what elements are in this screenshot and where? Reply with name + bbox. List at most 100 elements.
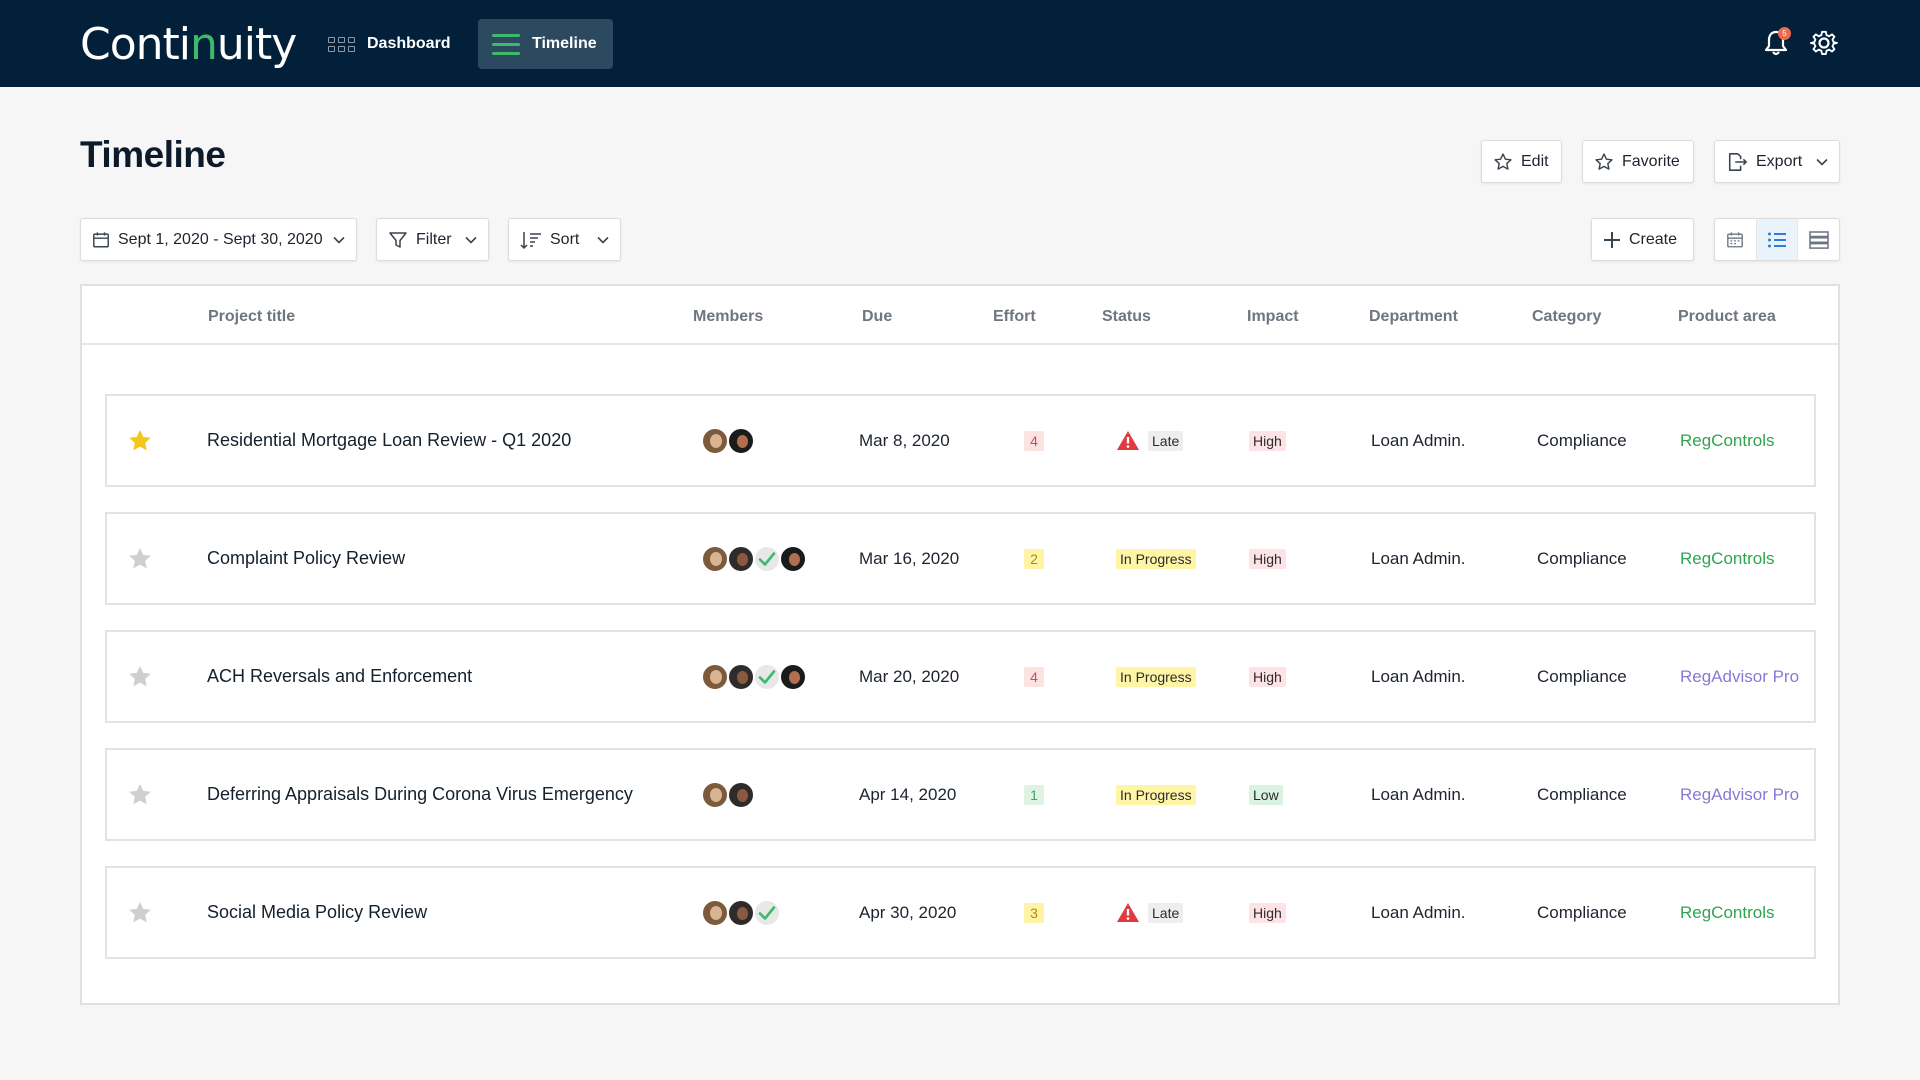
favorite-star-toggle[interactable] — [127, 514, 153, 603]
column-header-status[interactable]: Status — [1102, 308, 1151, 326]
product-area-link[interactable]: RegControls — [1680, 868, 1775, 957]
member-avatar[interactable] — [779, 662, 807, 691]
member-avatar[interactable] — [701, 662, 729, 691]
star-outline-icon — [1595, 152, 1613, 170]
favorite-star-toggle[interactable] — [127, 750, 153, 839]
due-date: Mar 8, 2020 — [859, 430, 950, 450]
table-view-button[interactable] — [1798, 219, 1839, 260]
calendar-view-button[interactable] — [1715, 219, 1757, 260]
member-avatar[interactable] — [727, 898, 755, 927]
project-title[interactable]: Residential Mortgage Loan Review - Q1 20… — [207, 396, 571, 485]
effort-badge: 4 — [1024, 430, 1044, 451]
chevron-down-icon — [597, 236, 609, 244]
effort-cell: 4 — [1024, 632, 1044, 721]
product-area-link[interactable]: RegAdvisor Pro — [1680, 750, 1799, 839]
table-row[interactable]: Complaint Policy Review Mar 16, 2020 2 I… — [105, 512, 1816, 605]
favorite-star-toggle[interactable] — [127, 396, 153, 485]
check-icon — [758, 551, 776, 566]
member-avatar[interactable] — [753, 662, 781, 691]
star-icon — [129, 429, 151, 450]
column-header-department[interactable]: Department — [1369, 308, 1458, 326]
member-avatar[interactable] — [701, 780, 729, 809]
department: Loan Admin. — [1371, 784, 1466, 804]
edit-button[interactable]: Edit — [1481, 140, 1562, 183]
list-view-button[interactable] — [1756, 219, 1799, 260]
impact-cell: Low — [1249, 750, 1283, 839]
members-avatar-group — [701, 396, 755, 485]
impact-cell: High — [1249, 396, 1286, 485]
project-table: Project title Members Due Effort Status … — [80, 284, 1840, 1005]
column-header-impact[interactable]: Impact — [1247, 308, 1299, 326]
sort-button-label: Sort — [550, 230, 580, 248]
effort-badge: 4 — [1024, 666, 1044, 687]
effort-badge: 1 — [1024, 784, 1044, 805]
department: Loan Admin. — [1371, 666, 1466, 686]
table-row[interactable]: Deferring Appraisals During Corona Virus… — [105, 748, 1816, 841]
member-avatar[interactable] — [753, 898, 781, 927]
category: Compliance — [1537, 784, 1627, 804]
date-range-label: Sept 1, 2020 - Sept 30, 2020 — [118, 230, 323, 248]
chevron-down-icon — [333, 236, 345, 244]
status-badge: In Progress — [1116, 666, 1196, 687]
impact-badge: High — [1249, 902, 1286, 923]
favorite-star-toggle[interactable] — [127, 632, 153, 721]
product-area-link[interactable]: RegControls — [1680, 396, 1775, 485]
product-area-link[interactable]: RegAdvisor Pro — [1680, 632, 1799, 721]
nav-timeline[interactable]: Timeline — [478, 19, 613, 69]
notifications-button[interactable]: 5 — [1758, 25, 1794, 61]
impact-cell: High — [1249, 514, 1286, 603]
due-date: Apr 30, 2020 — [859, 902, 957, 922]
column-header-project-title[interactable]: Project title — [208, 308, 295, 326]
project-title[interactable]: Social Media Policy Review — [207, 868, 427, 957]
product-area-link[interactable]: RegControls — [1680, 514, 1775, 603]
status-cell: In Progress — [1116, 632, 1196, 721]
grid-icon — [328, 36, 355, 52]
create-button[interactable]: Create — [1591, 218, 1694, 261]
table-row[interactable]: ACH Reversals and Enforcement Mar 20, 20… — [105, 630, 1816, 723]
member-avatar[interactable] — [727, 426, 755, 455]
favorite-button[interactable]: Favorite — [1582, 140, 1694, 183]
column-header-effort[interactable]: Effort — [993, 308, 1036, 326]
star-icon — [129, 665, 151, 686]
project-title[interactable]: Deferring Appraisals During Corona Virus… — [207, 750, 633, 839]
member-avatar[interactable] — [701, 426, 729, 455]
filter-dropdown-button[interactable]: Filter — [376, 218, 489, 261]
export-dropdown-button[interactable]: Export — [1714, 140, 1840, 183]
column-header-due[interactable]: Due — [862, 308, 892, 326]
member-avatar[interactable] — [753, 544, 781, 573]
member-avatar[interactable] — [779, 544, 807, 573]
table-row[interactable]: Residential Mortgage Loan Review - Q1 20… — [105, 394, 1816, 487]
members-avatar-group — [701, 750, 755, 839]
export-button-label: Export — [1756, 152, 1803, 170]
table-row[interactable]: Social Media Policy Review Apr 30, 2020 … — [105, 866, 1816, 959]
app-logo[interactable]: Conti n uity — [80, 16, 297, 72]
member-avatar[interactable] — [727, 544, 755, 573]
date-range-picker[interactable]: Sept 1, 2020 - Sept 30, 2020 — [80, 218, 357, 261]
member-avatar[interactable] — [727, 662, 755, 691]
warning-icon — [1117, 431, 1139, 450]
members-avatar-group — [701, 514, 807, 603]
nav-dashboard[interactable]: Dashboard — [312, 19, 467, 69]
edit-button-label: Edit — [1521, 152, 1549, 170]
sort-dropdown-button[interactable]: Sort — [508, 218, 621, 261]
project-title[interactable]: Complaint Policy Review — [207, 514, 405, 603]
member-avatar[interactable] — [701, 544, 729, 573]
status-badge: In Progress — [1116, 784, 1196, 805]
sort-icon — [520, 231, 541, 249]
star-outline-icon — [1494, 152, 1512, 170]
due-date: Apr 14, 2020 — [859, 784, 957, 804]
column-header-product-area[interactable]: Product area — [1678, 308, 1776, 326]
department: Loan Admin. — [1371, 548, 1466, 568]
category: Compliance — [1537, 902, 1627, 922]
column-header-category[interactable]: Category — [1532, 308, 1601, 326]
column-header-members[interactable]: Members — [693, 308, 763, 326]
impact-badge: High — [1249, 666, 1286, 687]
effort-badge: 2 — [1024, 548, 1044, 569]
member-avatar[interactable] — [701, 898, 729, 927]
project-title[interactable]: ACH Reversals and Enforcement — [207, 632, 472, 721]
member-avatar[interactable] — [727, 780, 755, 809]
settings-button[interactable] — [1806, 25, 1842, 61]
favorite-star-toggle[interactable] — [127, 868, 153, 957]
status-badge: Late — [1148, 902, 1184, 923]
chevron-down-icon — [465, 236, 477, 244]
